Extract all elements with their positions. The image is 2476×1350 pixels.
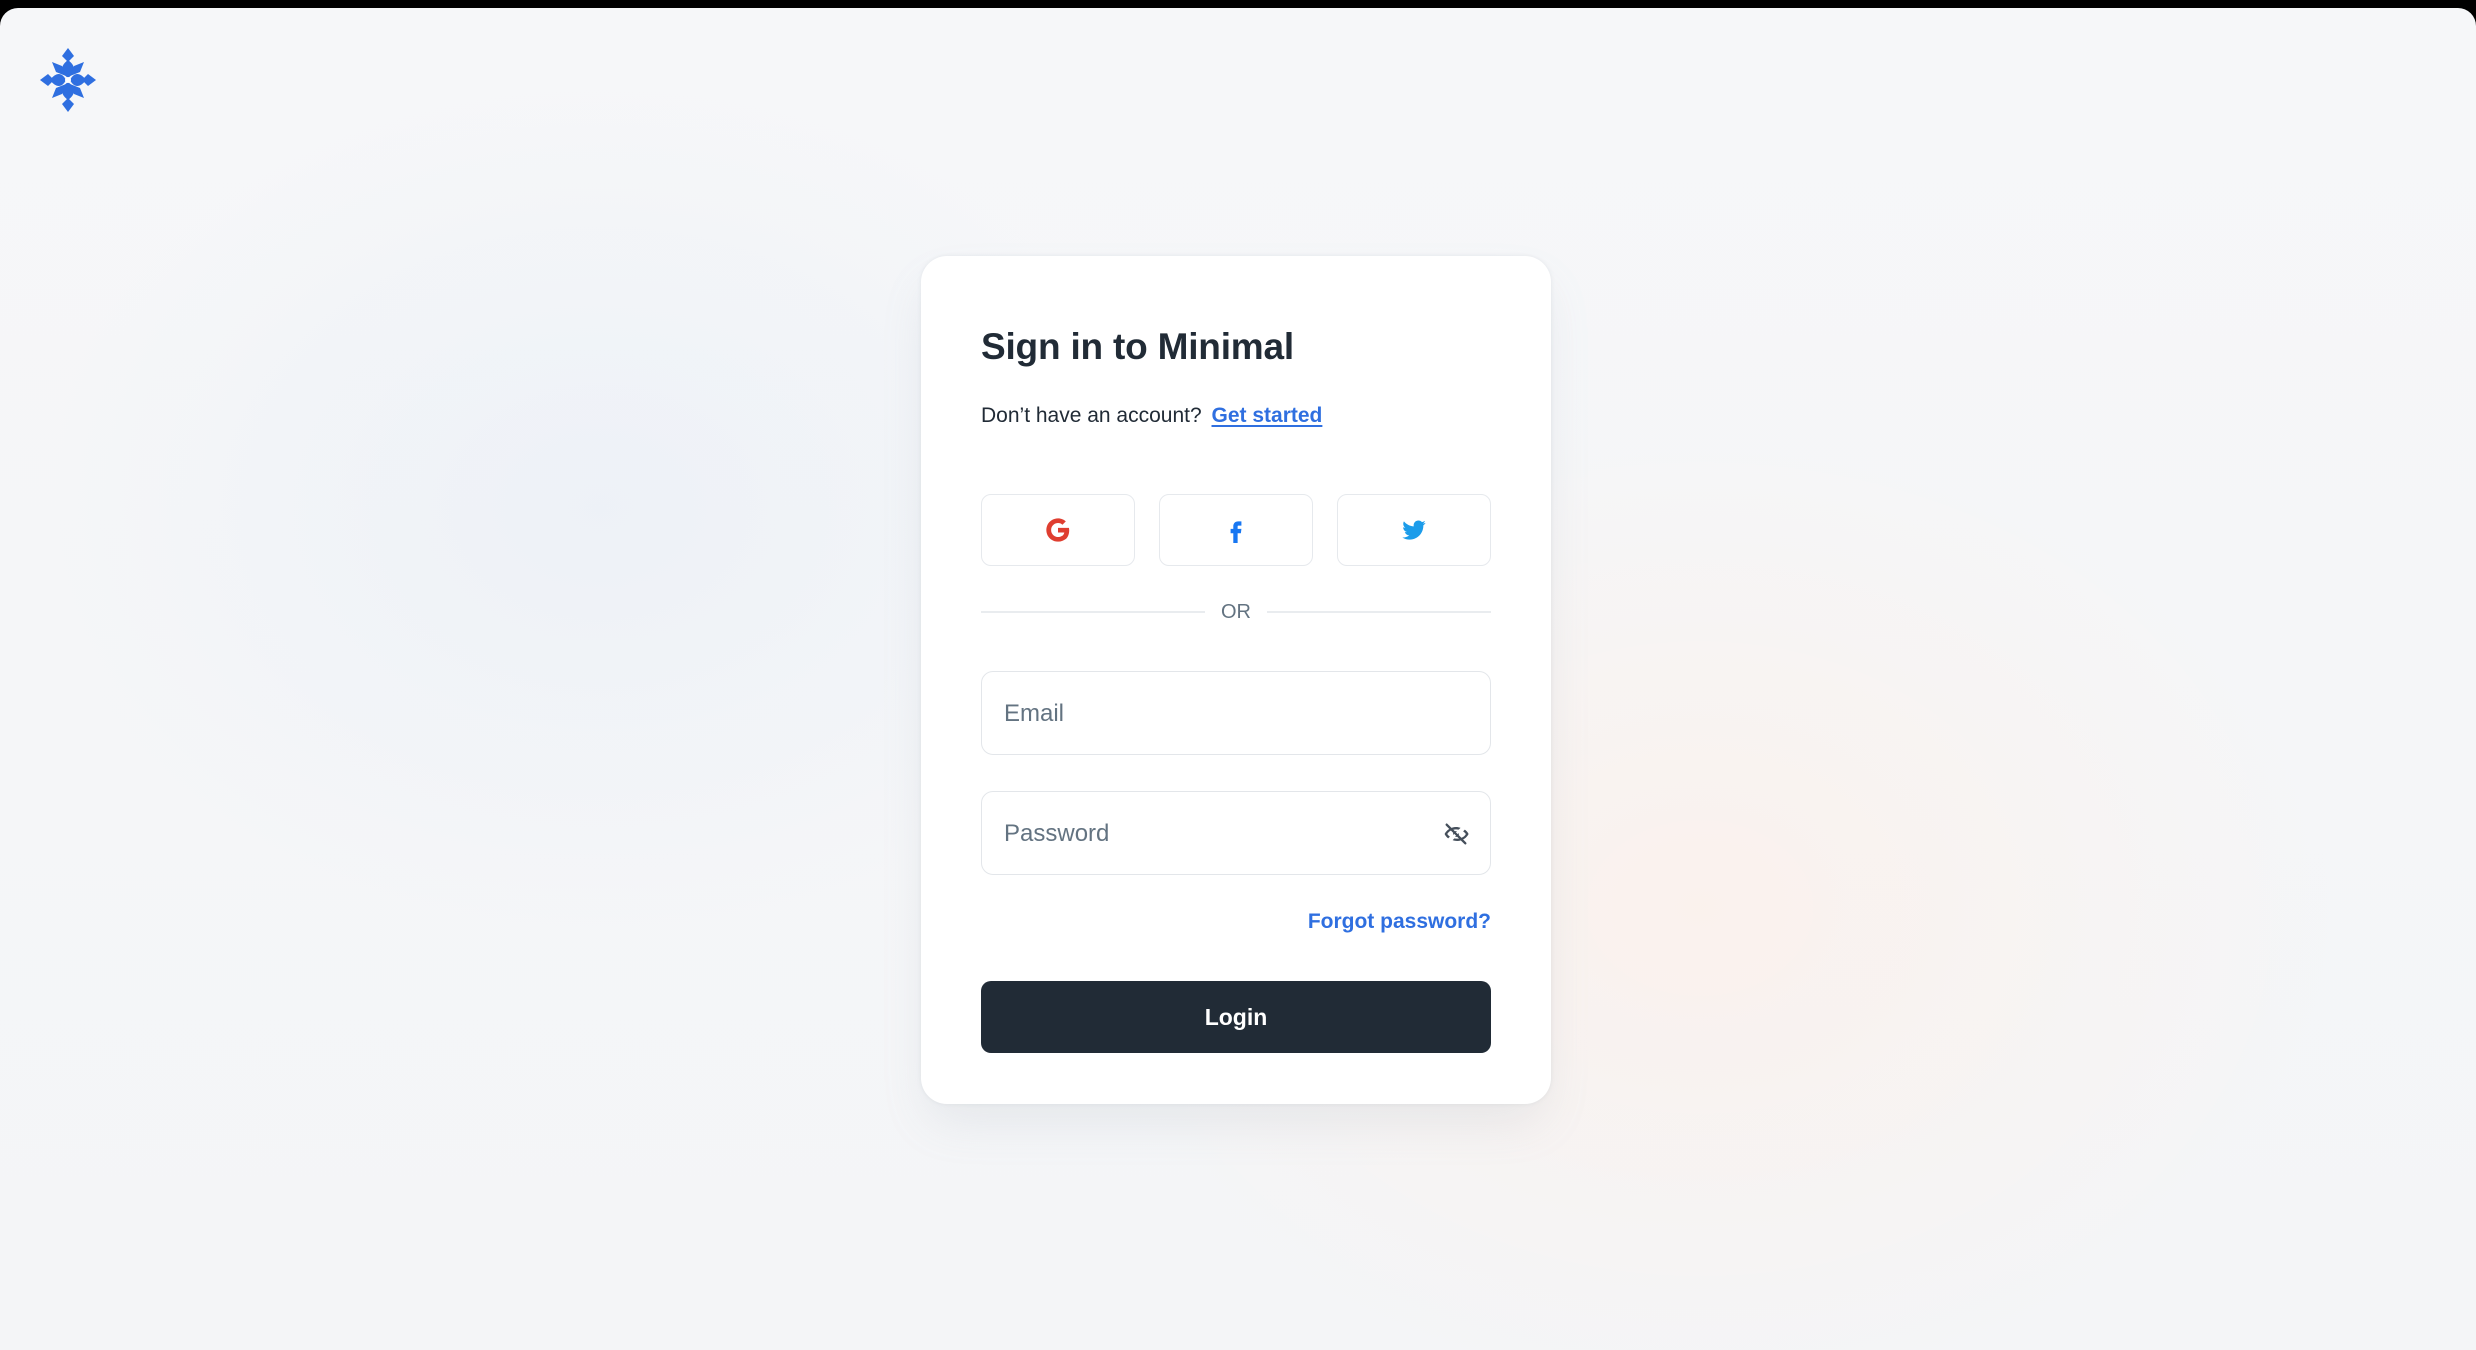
google-icon [1046,518,1070,542]
signup-prompt-text: Don’t have an account? [981,404,1202,427]
signin-card: Sign in to Minimal Don’t have an account… [921,256,1551,1104]
get-started-link[interactable]: Get started [1212,404,1323,427]
eye-off-icon [1444,823,1469,845]
email-input[interactable] [1002,672,1436,756]
app-viewport: Sign in to Minimal Don’t have an account… [0,8,2476,1350]
signup-prompt: Don’t have an account? Get started [981,404,1322,428]
twitter-login-button[interactable] [1337,494,1491,566]
facebook-login-button[interactable] [1159,494,1313,566]
forgot-password-link[interactable]: Forgot password? [1308,910,1491,934]
divider-line-left [981,611,1205,613]
google-login-button[interactable] [981,494,1135,566]
brand-logo[interactable] [40,48,96,112]
or-divider: OR [981,600,1491,624]
password-field [981,791,1491,876]
email-field [981,671,1491,756]
divider-label: OR [1221,600,1251,623]
divider-line-right [1267,611,1491,613]
facebook-icon [1230,521,1242,543]
login-button[interactable]: Login [981,981,1491,1053]
toggle-password-visibility-button[interactable] [1436,814,1476,854]
snowflake-logo-icon [40,48,96,112]
password-input[interactable] [1002,792,1436,876]
page-title: Sign in to Minimal [981,326,1294,367]
social-login-row [981,494,1491,566]
twitter-icon [1402,520,1426,540]
